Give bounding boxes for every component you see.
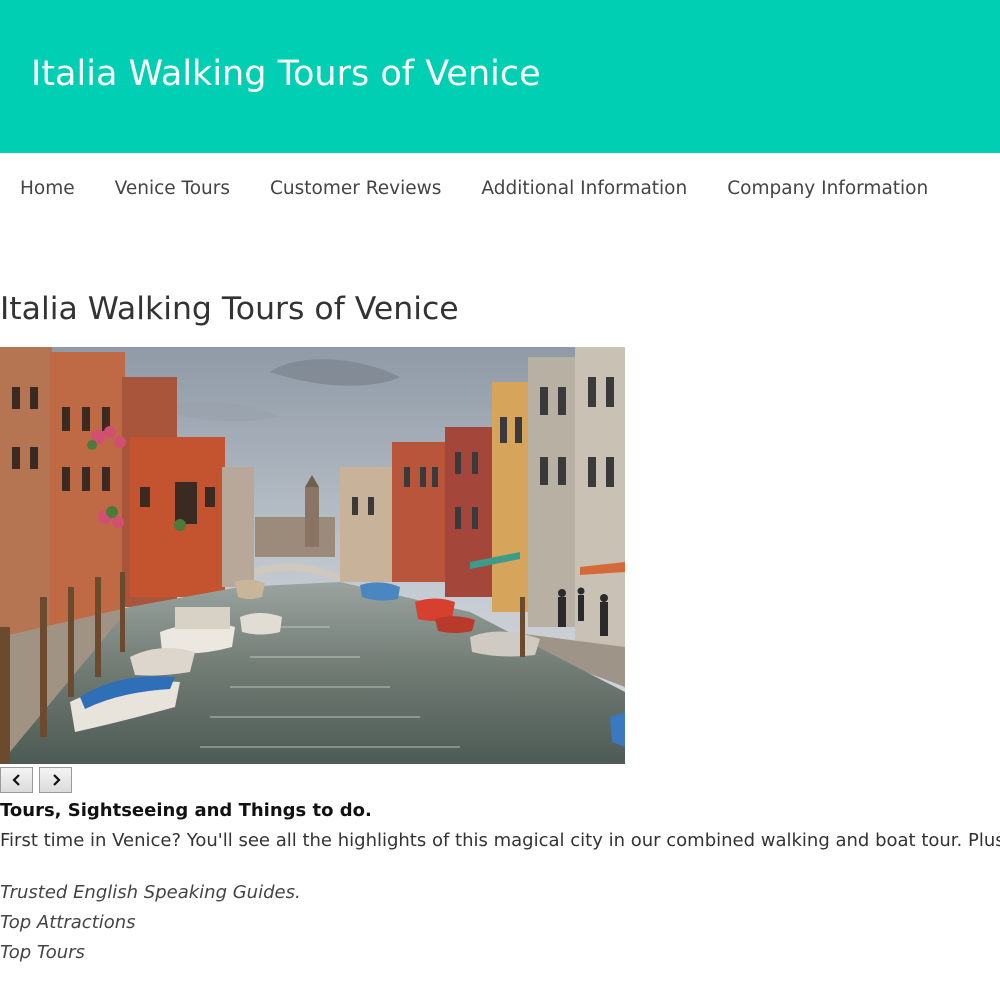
list-item: Top Attractions xyxy=(0,912,136,933)
list-item: Trusted English Speaking Guides. xyxy=(0,882,301,903)
features-list: Trusted English Speaking Guides. Top Att… xyxy=(0,878,301,968)
list-item: Top Tours xyxy=(0,942,85,963)
main-nav: Home Venice Tours Customer Reviews Addit… xyxy=(0,153,1000,223)
tagline: Tours, Sightseeing and Things to do. xyxy=(0,800,372,821)
intro-text: First time in Venice? You'll see all the… xyxy=(0,830,1000,851)
nav-item-venice-tours[interactable]: Venice Tours xyxy=(115,178,230,199)
chevron-left-icon xyxy=(11,774,20,786)
image-carousel xyxy=(0,347,625,764)
site-title: Italia Walking Tours of Venice xyxy=(31,54,541,94)
nav-item-home[interactable]: Home xyxy=(20,178,75,199)
nav-item-company-information[interactable]: Company Information xyxy=(727,178,928,199)
venice-canal-image xyxy=(0,347,625,764)
chevron-right-icon xyxy=(52,774,61,786)
page-title: Italia Walking Tours of Venice xyxy=(0,291,459,327)
nav-item-additional-information[interactable]: Additional Information xyxy=(481,178,687,199)
site-header: Italia Walking Tours of Venice xyxy=(0,0,1000,153)
carousel-prev-button[interactable] xyxy=(0,767,33,793)
carousel-next-button[interactable] xyxy=(39,767,72,793)
nav-item-customer-reviews[interactable]: Customer Reviews xyxy=(270,178,441,199)
carousel-controls xyxy=(0,767,72,793)
